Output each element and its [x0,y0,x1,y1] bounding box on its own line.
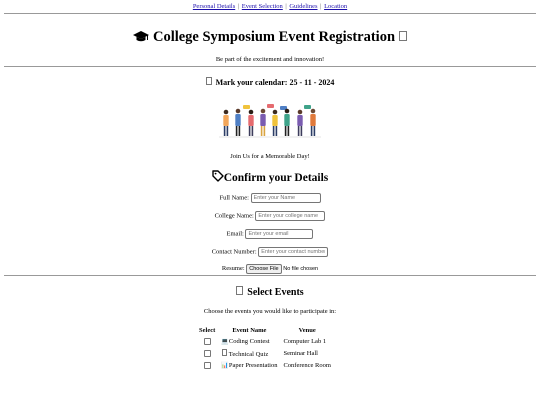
file-status: No file chosen [283,266,319,272]
column-header-venue: Venue [298,326,316,334]
page-title-text: College Symposium Event Registration [152,29,396,45]
email-row: Email: [0,229,540,239]
nav-separator: | [237,3,240,10]
nav-separator: | [285,3,287,10]
event-name: Technical Quiz [228,350,269,358]
event-checkbox[interactable] [203,349,211,357]
event-checkbox[interactable] [203,361,211,369]
top-nav: Personal Details | Event Selection | Gui… [0,0,540,13]
divider [4,275,536,276]
people-illustration [219,104,321,138]
tag-icon [212,170,224,185]
college-name-row: College Name: [0,211,540,221]
table-row: Technical Quiz Seminar Hall [196,347,334,359]
column-header-select: Select [199,326,216,334]
page-title: College Symposium Event Registration [0,27,540,47]
college-name-input[interactable] [255,211,326,221]
computer-icon: 💻 [221,338,229,345]
column-header-event-name: Event Name [232,326,267,334]
graduation-cap-icon [132,29,149,49]
confirm-heading: Confirm your Details [0,170,540,185]
confirm-heading-text: Confirm your Details [223,172,329,184]
select-events-heading: Select Events [0,286,540,298]
contact-number-label: Contact Number: [211,248,257,256]
event-venue: Seminar Hall [283,349,318,357]
nav-link-location[interactable]: Location [324,3,347,10]
full-name-input[interactable] [250,193,321,203]
nav-separator: | [320,3,322,10]
nav-link-event-selection[interactable]: Event Selection [242,3,283,10]
nav-link-guidelines[interactable]: Guidelines [289,3,317,10]
email-label: Email: [226,230,244,238]
resume-label: Resume: [221,265,245,272]
contact-number-input[interactable] [258,247,329,257]
full-name-label: Full Name: [219,194,249,202]
calendar-icon [205,77,212,85]
table-row: 💻 Coding Contest Computer Lab 1 [196,335,334,347]
events-table-header: Select Event Name Venue [196,325,334,335]
nav-link-personal-details[interactable]: Personal Details [193,3,235,10]
bar-chart-icon: 📊 [221,362,229,369]
choose-file-button[interactable]: Choose File [246,263,282,274]
events-table: Select Event Name Venue 💻 Coding Contest… [196,325,334,371]
table-row: 📊 Paper Presentation Conference Room [196,359,334,371]
contact-number-row: Contact Number: [0,247,540,257]
memorable-day-text: Join Us for a Memorable Day! [230,153,310,160]
event-venue: Computer Lab 1 [283,337,327,345]
college-name-label: College Name: [214,212,254,220]
event-checkbox[interactable] [203,337,211,345]
email-input[interactable] [245,229,314,239]
select-events-heading-text: Select Events [247,287,304,298]
calendar-date: 25 - 11 - 2024 [289,78,335,87]
resume-row: Resume: Choose File No file chosen [0,263,540,275]
full-name-row: Full Name: [0,193,540,203]
calendar-reminder: Mark your calendar: 25 - 11 - 2024 [0,77,540,87]
divider [4,13,536,14]
tagline: Be part of the excitement and innovation… [215,56,325,63]
events-instructions: Choose the events you would like to part… [203,308,337,315]
box-glyph-icon [221,348,227,358]
event-name: Coding Contest [228,337,270,345]
calendar-label: Mark your calendar: [215,78,288,87]
event-venue: Conference Room [283,361,331,369]
box-glyph-icon [236,286,244,295]
divider [4,66,536,67]
box-glyph-icon [399,31,408,41]
event-name: Paper Presentation [228,361,278,369]
